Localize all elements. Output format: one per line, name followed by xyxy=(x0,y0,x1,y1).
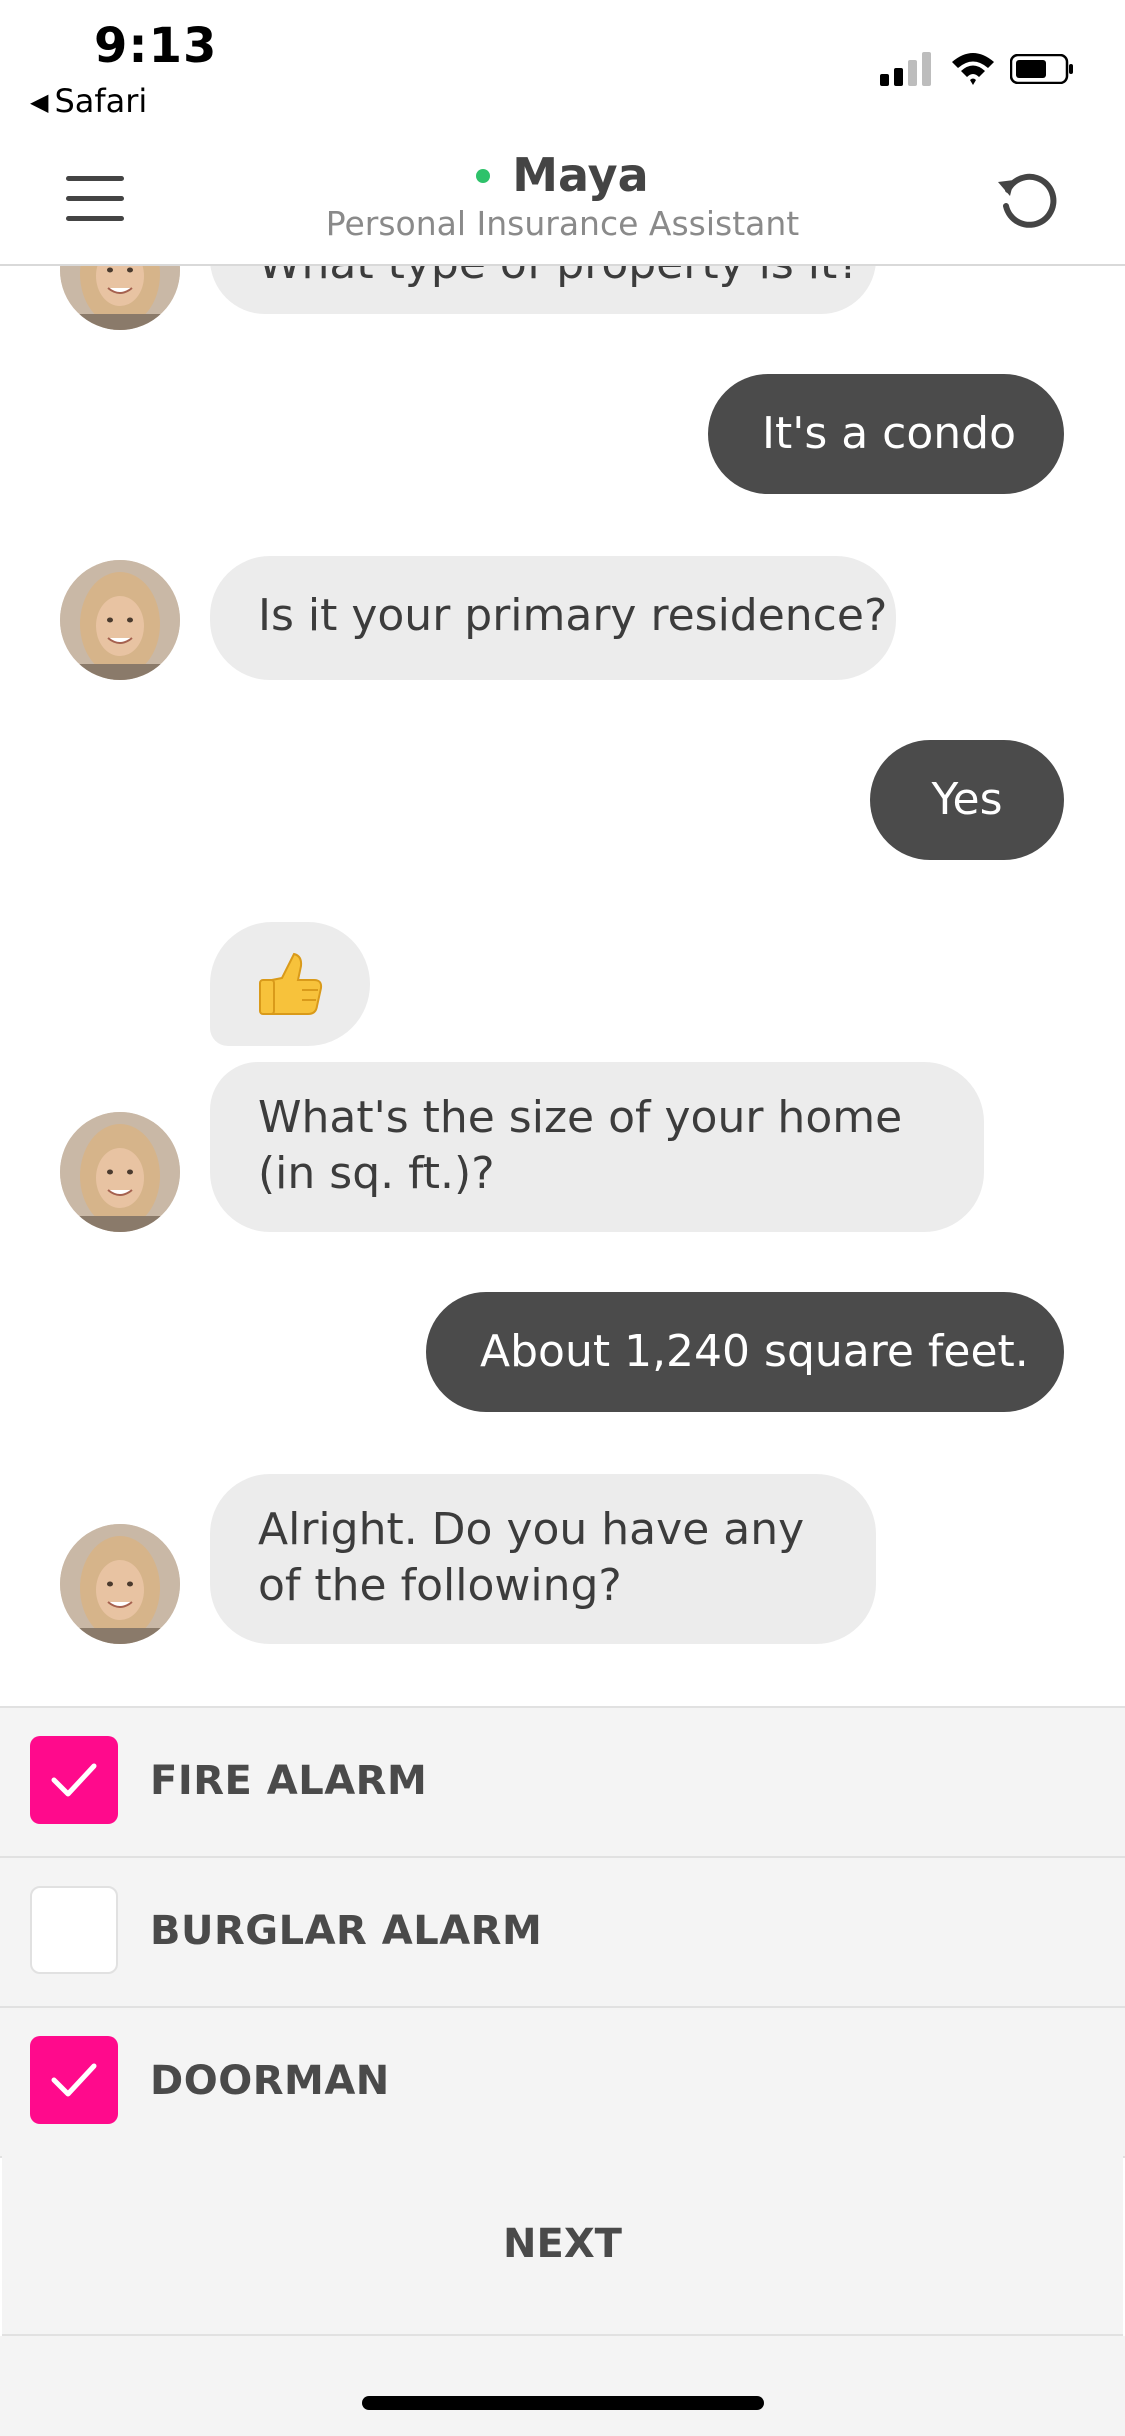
user-message: It's a condo xyxy=(708,374,1064,494)
bot-message-text: What type of property is it? xyxy=(258,264,861,289)
option-doorman[interactable]: DOORMAN xyxy=(0,2008,1125,2158)
next-button[interactable]: NEXT xyxy=(2,2154,1123,2336)
thumbs-up-icon xyxy=(259,952,323,1015)
user-message: Yes xyxy=(870,740,1064,860)
option-burglar-alarm[interactable]: BURGLAR ALARM xyxy=(0,1858,1125,2008)
option-fire-alarm[interactable]: FIRE ALARM xyxy=(0,1708,1125,1858)
checkbox[interactable] xyxy=(30,2036,118,2124)
bot-message: Alright. Do you have any of the followin… xyxy=(210,1474,876,1644)
wifi-icon xyxy=(952,53,994,85)
bot-message-text: Is it your primary residence? xyxy=(258,590,888,641)
bot-emoji-message xyxy=(210,922,370,1046)
checkbox[interactable] xyxy=(30,1736,118,1824)
status-bar: 9:13 ◀ Safari xyxy=(0,0,1125,140)
battery-icon xyxy=(1010,54,1073,84)
back-to-app-link[interactable]: ◀ Safari xyxy=(30,82,147,120)
restart-icon[interactable] xyxy=(994,168,1060,234)
checkmark-icon xyxy=(51,1763,97,1797)
checkbox[interactable] xyxy=(30,1886,118,1974)
back-app-label: Safari xyxy=(54,82,148,120)
avatar xyxy=(60,1524,180,1644)
options-list: FIRE ALARM BURGLAR ALARM DOORMAN xyxy=(0,1706,1125,2158)
user-message: About 1,240 square feet. xyxy=(426,1292,1064,1412)
option-label: FIRE ALARM xyxy=(150,1758,428,1804)
home-indicator[interactable] xyxy=(362,2396,764,2410)
back-triangle-icon: ◀ xyxy=(30,88,49,116)
bot-message: What type of property is it? xyxy=(210,264,876,314)
user-message-text: It's a condo xyxy=(762,408,1017,459)
option-label: DOORMAN xyxy=(150,2058,390,2104)
bot-message-text: Alright. Do you have any of the followin… xyxy=(258,1504,805,1611)
status-time: 9:13 xyxy=(94,18,218,74)
bot-message: Is it your primary residence? xyxy=(210,556,896,680)
assistant-subtitle: Personal Insurance Assistant xyxy=(325,204,800,243)
option-label: BURGLAR ALARM xyxy=(150,1908,543,1954)
bot-message: What's the size of your home (in sq. ft.… xyxy=(210,1062,984,1232)
chat-transcript: What type of property is it? It's a cond… xyxy=(0,264,1125,1706)
user-message-text: Yes xyxy=(931,774,1003,825)
bottom-safe-area xyxy=(0,2336,1125,2436)
assistant-name-text: Maya xyxy=(512,148,649,202)
online-status-icon xyxy=(476,169,491,183)
chat-header: Maya Personal Insurance Assistant xyxy=(0,140,1125,266)
bot-message-text: What's the size of your home (in sq. ft.… xyxy=(258,1092,903,1199)
avatar xyxy=(60,1112,180,1232)
checkmark-icon xyxy=(51,2063,97,2097)
cellular-signal-icon xyxy=(880,52,932,86)
user-message-text: About 1,240 square feet. xyxy=(480,1326,1029,1377)
avatar xyxy=(60,264,180,330)
assistant-name: Maya xyxy=(0,148,1125,202)
avatar xyxy=(60,560,180,680)
